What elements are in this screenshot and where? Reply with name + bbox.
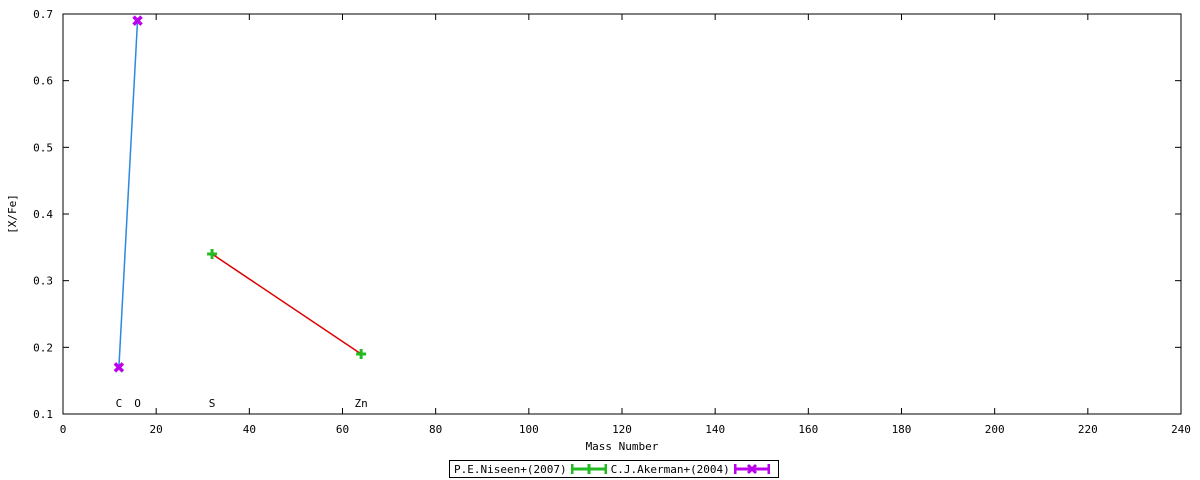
- chart-canvas: 0 20 40 60 80 100 120 140 160 180 200 220 240 0.1 0.2 0…: [6, 8, 1191, 453]
- axes: 0 20 40 60 80 100 120 140 160 180 200 220 240 0.1 0.2 0…: [6, 8, 1191, 453]
- y-tick-label: 0.4: [33, 208, 53, 221]
- y-tick-label: 0.1: [33, 408, 53, 421]
- y-tick-label: 0.6: [33, 75, 53, 88]
- x-tick-label: 120: [612, 423, 632, 436]
- x-tick-label: 20: [150, 423, 163, 436]
- x-tick-label: 160: [798, 423, 818, 436]
- x-tick-label: 220: [1078, 423, 1098, 436]
- legend-label-niseen: P.E.Niseen+(2007): [454, 462, 567, 476]
- legend-label-akerman: C.J.Akerman+(2004): [610, 462, 730, 476]
- x-tick-label: 40: [243, 423, 256, 436]
- y-tick-label: 0.5: [33, 141, 53, 154]
- x-tick-label: 60: [336, 423, 349, 436]
- series-line-1: [118, 20, 139, 368]
- x-tick-label: 240: [1171, 423, 1191, 436]
- legend: P.E.Niseen+(2007) C.J.Akerman+(2004): [449, 460, 779, 478]
- legend-entry-akerman: C.J.Akerman+(2004): [611, 463, 774, 476]
- y-tick-label: 0.7: [33, 8, 53, 21]
- x-tick-label: 100: [519, 423, 539, 436]
- x-tick-label: 0: [60, 423, 67, 436]
- element-label: O: [134, 397, 141, 410]
- x-axis-label: Mass Number: [586, 440, 659, 453]
- x-tick-label: 140: [705, 423, 725, 436]
- legend-entry-niseen: P.E.Niseen+(2007): [454, 463, 611, 476]
- data-point: [207, 249, 218, 259]
- element-label: S: [209, 397, 216, 410]
- x-tick-label: 200: [985, 423, 1005, 436]
- data-point: [356, 349, 367, 359]
- series-line-0: [211, 253, 362, 355]
- legend-swatch-akerman: [733, 463, 770, 475]
- y-tick-label: 0.2: [33, 341, 53, 354]
- x-tick-label: 180: [892, 423, 912, 436]
- plot-frame: [62, 13, 1182, 415]
- y-axis-label: [X/Fe]: [6, 194, 19, 234]
- plot-area: C O S Zn: [113, 15, 368, 410]
- element-label: C: [116, 397, 123, 410]
- x-tick-label: 80: [429, 423, 442, 436]
- legend-swatch-niseen: [570, 464, 607, 474]
- y-tick-label: 0.3: [33, 275, 53, 288]
- element-label: Zn: [355, 397, 368, 410]
